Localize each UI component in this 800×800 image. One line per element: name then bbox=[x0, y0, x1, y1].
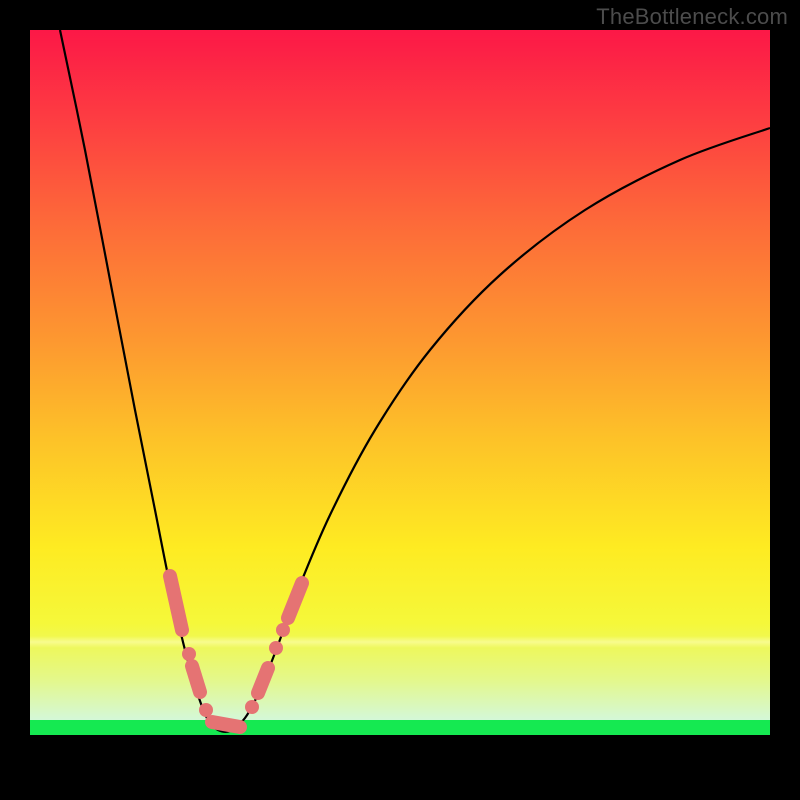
bottleneck-curve bbox=[60, 30, 770, 732]
marker-capsule bbox=[288, 583, 302, 618]
marker-point bbox=[276, 623, 290, 637]
marker-point bbox=[245, 700, 259, 714]
chart-svg bbox=[30, 30, 770, 770]
data-markers bbox=[170, 576, 302, 727]
chart-frame bbox=[30, 30, 770, 770]
watermark-text: TheBottleneck.com bbox=[596, 4, 788, 30]
marker-point bbox=[269, 641, 283, 655]
marker-capsule bbox=[170, 576, 182, 630]
marker-capsule bbox=[212, 722, 240, 727]
marker-capsule bbox=[258, 668, 268, 693]
marker-point bbox=[182, 647, 196, 661]
marker-point bbox=[199, 703, 213, 717]
marker-capsule bbox=[192, 666, 200, 692]
